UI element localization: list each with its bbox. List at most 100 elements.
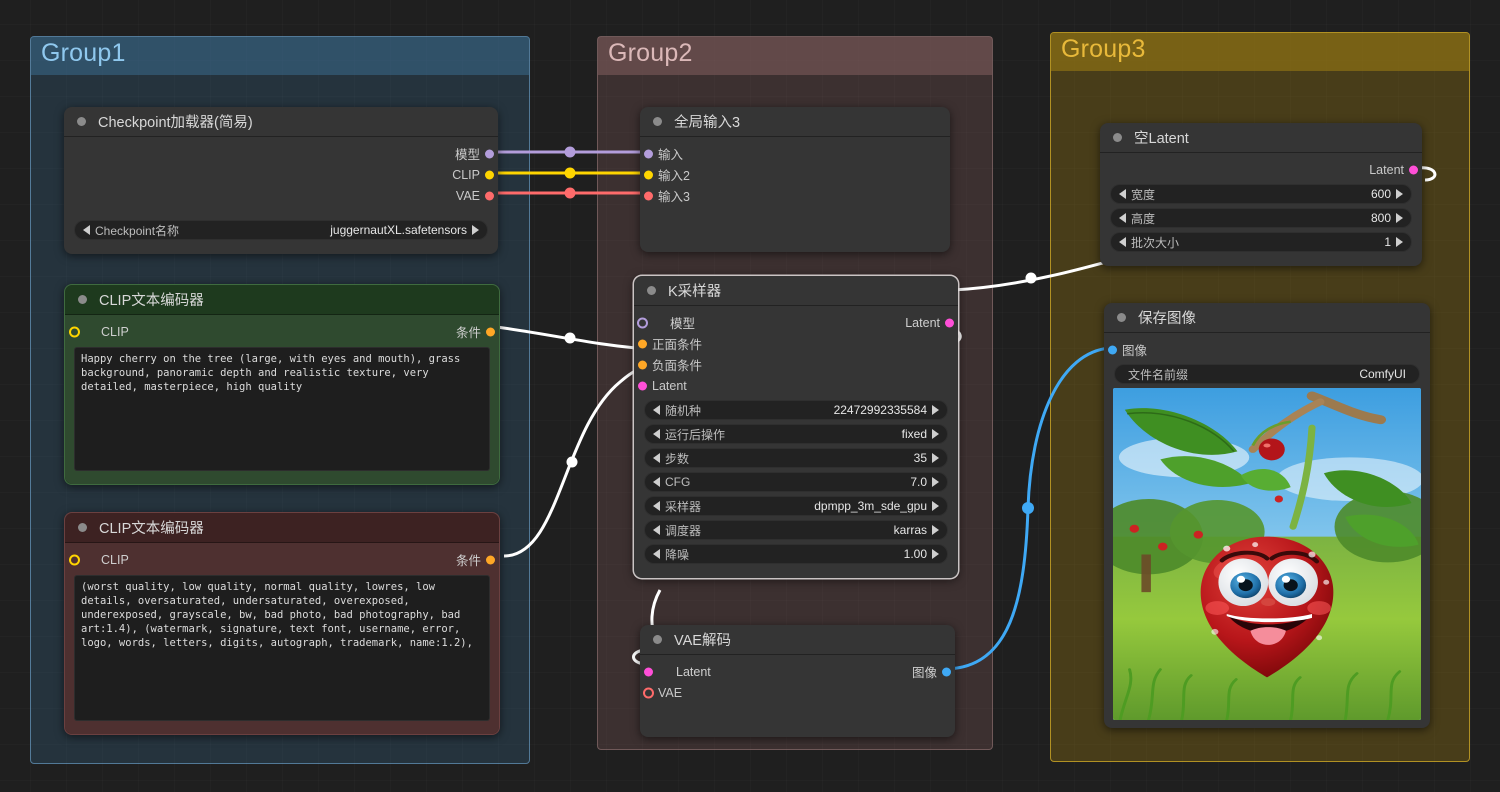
input-slot-negative[interactable]: 负面条件 [634,354,958,375]
increment-arrow-icon[interactable] [1396,189,1403,199]
output-slot-latent[interactable]: Latent [905,316,954,330]
node-title-bar[interactable]: 全局输入3 [640,107,950,137]
increment-arrow-icon[interactable] [932,549,939,559]
widget-seed[interactable]: 随机种 22472992335584 [644,400,948,420]
input-slot-model[interactable]: 模型 [637,313,695,332]
node-empty-latent-image[interactable]: 空Latent Latent 宽度 600 高度 800 批次大小 1 [1100,123,1422,266]
input-slot-1[interactable]: 输入 [640,143,950,164]
increment-arrow-icon[interactable] [1396,237,1403,247]
decrement-arrow-icon[interactable] [1119,213,1126,223]
input-slot-clip[interactable]: CLIP [69,325,129,339]
increment-arrow-icon[interactable] [1396,213,1403,223]
input-dot-latent[interactable] [644,667,653,676]
collapse-dot-icon[interactable] [653,635,662,644]
output-slot-image[interactable]: 图像 [912,662,951,681]
increment-arrow-icon[interactable] [932,501,939,511]
increment-arrow-icon[interactable] [472,225,479,235]
node-ksampler[interactable]: K采样器 模型 Latent 正面条件 负面条件 Latent 随机种 2247… [634,276,958,578]
decrement-arrow-icon[interactable] [653,549,660,559]
decrement-arrow-icon[interactable] [653,429,660,439]
collapse-dot-icon[interactable] [1113,133,1122,142]
node-vae-decode[interactable]: VAE解码 Latent 图像 VAE [640,625,955,737]
output-slot-clip[interactable]: CLIP [64,164,498,185]
widget-steps[interactable]: 步数 35 [644,448,948,468]
input-dot-3[interactable] [644,191,653,200]
input-dot-1[interactable] [644,149,653,158]
node-clip-text-encode-positive[interactable]: CLIP文本编码器 CLIP 条件 Happy cherry on the tr… [64,284,500,485]
input-dot-latent[interactable] [638,381,647,390]
output-slot-latent[interactable]: Latent [1100,159,1422,180]
collapse-dot-icon[interactable] [647,286,656,295]
output-slot-model[interactable]: 模型 [64,143,498,164]
prompt-textarea-positive[interactable]: Happy cherry on the tree (large, with ey… [74,347,490,471]
node-title-bar[interactable]: Checkpoint加载器(简易) [64,107,498,137]
input-slot-vae[interactable]: VAE [640,682,955,703]
decrement-arrow-icon[interactable] [653,525,660,535]
widget-filename-prefix[interactable]: 文件名前缀 ComfyUI [1114,364,1420,384]
input-slot-positive[interactable]: 正面条件 [634,333,958,354]
decrement-arrow-icon[interactable] [653,501,660,511]
decrement-arrow-icon[interactable] [1119,237,1126,247]
increment-arrow-icon[interactable] [932,405,939,415]
input-slot-2[interactable]: 输入2 [640,164,950,185]
input-dot-clip[interactable] [69,326,80,337]
input-dot-2[interactable] [644,170,653,179]
input-dot-negative[interactable] [638,360,647,369]
decrement-arrow-icon[interactable] [653,453,660,463]
increment-arrow-icon[interactable] [932,453,939,463]
node-global-input-3[interactable]: 全局输入3 输入 输入2 输入3 [640,107,950,252]
node-checkpoint-loader[interactable]: Checkpoint加载器(简易) 模型 CLIP VAE Checkpoint… [64,107,498,254]
graph-canvas[interactable]: Group1 Group2 Group3 Checkpoint加载器(简易) 模… [0,0,1500,792]
node-title-bar[interactable]: VAE解码 [640,625,955,655]
input-slot-latent[interactable]: Latent [644,665,711,679]
widget-batch-size[interactable]: 批次大小 1 [1110,232,1412,252]
node-title-bar[interactable]: K采样器 [634,276,958,306]
input-dot-vae[interactable] [643,687,654,698]
widget-control-after-generate[interactable]: 运行后操作 fixed [644,424,948,444]
node-save-image[interactable]: 保存图像 图像 文件名前缀 ComfyUI [1104,303,1430,728]
increment-arrow-icon[interactable] [932,477,939,487]
output-dot-clip[interactable] [485,170,494,179]
increment-arrow-icon[interactable] [932,429,939,439]
input-dot-images[interactable] [1108,345,1117,354]
output-slot-vae[interactable]: VAE [64,185,498,206]
collapse-dot-icon[interactable] [1117,313,1126,322]
input-slot-latent[interactable]: Latent [634,375,958,396]
output-dot-conditioning[interactable] [486,327,495,336]
widget-sampler-name[interactable]: 采样器 dpmpp_3m_sde_gpu [644,496,948,516]
widget-height[interactable]: 高度 800 [1110,208,1412,228]
increment-arrow-icon[interactable] [932,525,939,535]
output-slot-conditioning[interactable]: 条件 [456,550,495,569]
widget-scheduler[interactable]: 调度器 karras [644,520,948,540]
output-dot-conditioning[interactable] [486,555,495,564]
node-clip-text-encode-negative[interactable]: CLIP文本编码器 CLIP 条件 (worst quality, low qu… [64,512,500,735]
widget-cfg[interactable]: CFG 7.0 [644,472,948,492]
collapse-dot-icon[interactable] [653,117,662,126]
input-dot-clip[interactable] [69,554,80,565]
output-dot-model[interactable] [485,149,494,158]
input-dot-positive[interactable] [638,339,647,348]
decrement-arrow-icon[interactable] [653,405,660,415]
node-title-bar[interactable]: CLIP文本编码器 [65,285,499,315]
node-title-bar[interactable]: 保存图像 [1104,303,1430,333]
input-slot-images[interactable]: 图像 [1104,339,1430,360]
collapse-dot-icon[interactable] [78,523,87,532]
output-dot-latent[interactable] [945,318,954,327]
collapse-dot-icon[interactable] [77,117,86,126]
collapse-dot-icon[interactable] [78,295,87,304]
widget-denoise[interactable]: 降噪 1.00 [644,544,948,564]
decrement-arrow-icon[interactable] [653,477,660,487]
output-dot-latent[interactable] [1409,165,1418,174]
node-title-bar[interactable]: 空Latent [1100,123,1422,153]
node-title-bar[interactable]: CLIP文本编码器 [65,513,499,543]
decrement-arrow-icon[interactable] [83,225,90,235]
input-dot-model[interactable] [637,317,648,328]
widget-checkpoint-name[interactable]: Checkpoint名称 juggernautXL.safetensors [74,220,488,240]
decrement-arrow-icon[interactable] [1119,189,1126,199]
input-slot-3[interactable]: 输入3 [640,185,950,206]
widget-width[interactable]: 宽度 600 [1110,184,1412,204]
output-dot-vae[interactable] [485,191,494,200]
output-dot-image[interactable] [942,667,951,676]
image-preview[interactable] [1113,388,1421,720]
output-slot-conditioning[interactable]: 条件 [456,322,495,341]
